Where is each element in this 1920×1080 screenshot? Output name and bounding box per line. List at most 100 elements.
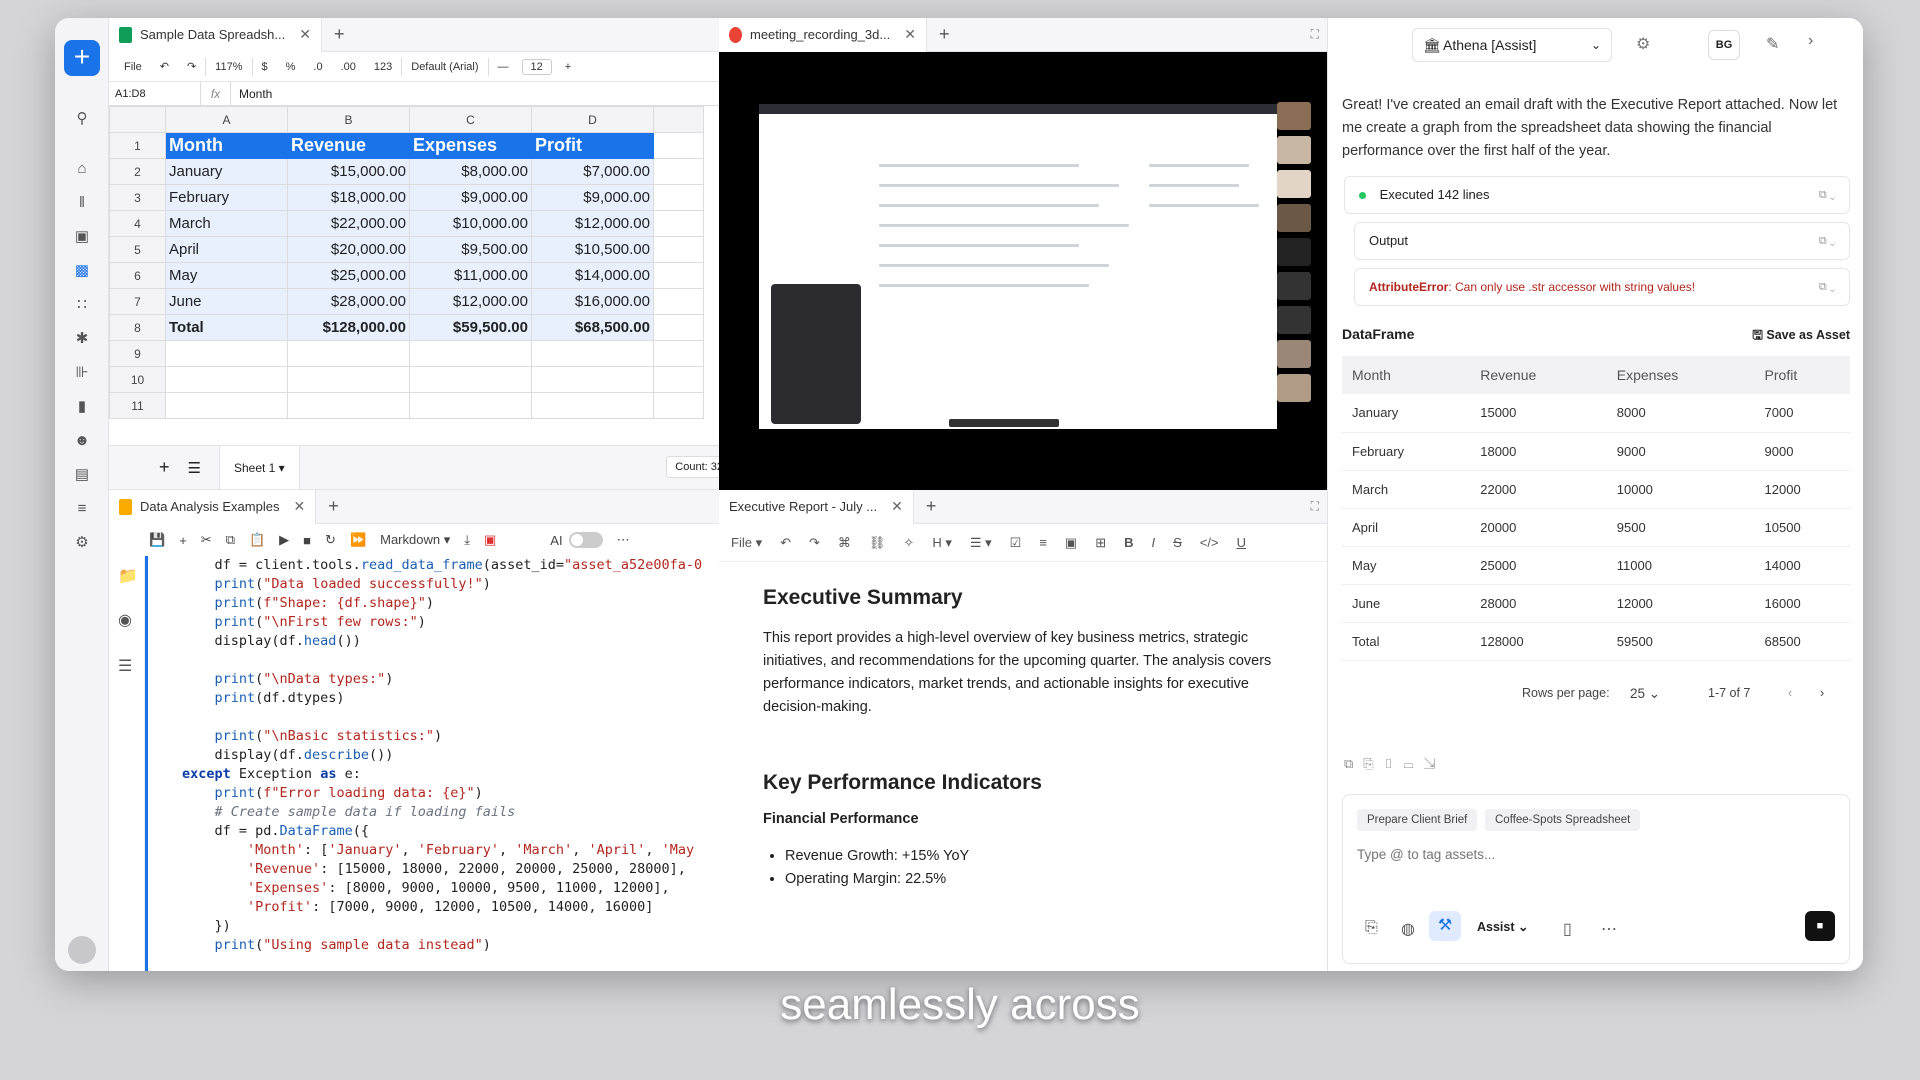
- stop-icon[interactable]: ■: [303, 533, 311, 548]
- expand-icon[interactable]: ⛶: [1311, 499, 1319, 514]
- expand-icon[interactable]: ⛶: [1311, 27, 1319, 42]
- cell[interactable]: $15,000.00: [287, 158, 410, 185]
- redo-icon[interactable]: ↷: [178, 60, 205, 73]
- cell[interactable]: $16,000.00: [531, 288, 654, 315]
- cell[interactable]: $25,000.00: [287, 262, 410, 289]
- increase-decimal-button[interactable]: .00: [332, 61, 365, 73]
- magic-icon[interactable]: ✧: [903, 535, 914, 551]
- kernel-icon[interactable]: ◉: [118, 610, 132, 630]
- suggestion-chip[interactable]: Coffee-Spots Spreadsheet: [1485, 809, 1641, 831]
- new-button[interactable]: +: [64, 40, 100, 76]
- tools-icon[interactable]: ✱: [70, 328, 94, 350]
- html-export-icon[interactable]: ▣: [484, 532, 496, 548]
- copy-icon[interactable]: ⧉: [226, 532, 235, 548]
- column-header[interactable]: B: [287, 106, 410, 133]
- next-page-icon[interactable]: ›: [1820, 686, 1824, 700]
- row-number[interactable]: 3: [109, 184, 166, 211]
- column-header[interactable]: A: [165, 106, 288, 133]
- undo-icon[interactable]: ↶: [151, 60, 178, 73]
- heading-select[interactable]: H ▾: [932, 535, 952, 551]
- redo-icon[interactable]: ↷: [809, 535, 820, 551]
- contacts-icon[interactable]: ☻: [70, 430, 94, 452]
- notebook-tab[interactable]: Data Analysis Examples ✕: [109, 490, 317, 524]
- folder-icon[interactable]: 📁: [118, 566, 138, 586]
- font-size-input[interactable]: 12: [521, 58, 552, 75]
- cell[interactable]: June: [165, 288, 288, 315]
- list-icon[interactable]: ≡: [70, 498, 94, 520]
- undo-icon[interactable]: ↶: [780, 535, 791, 551]
- cell[interactable]: $128,000.00: [287, 314, 410, 341]
- add-tab-button[interactable]: +: [328, 496, 339, 517]
- executed-block[interactable]: Executed 142 lines ⧉ ⌄: [1344, 176, 1850, 214]
- prev-page-icon[interactable]: ‹: [1788, 686, 1792, 700]
- cell[interactable]: $12,000.00: [531, 210, 654, 237]
- apps-grid-icon[interactable]: ∷: [70, 294, 94, 316]
- sheet-list-icon[interactable]: ☰: [188, 459, 201, 477]
- bookmark-icon[interactable]: ▮: [70, 396, 94, 418]
- suggestion-chip[interactable]: Prepare Client Brief: [1357, 809, 1478, 831]
- more-icon[interactable]: ⋯: [1601, 919, 1617, 939]
- table-icon[interactable]: ⊞: [1095, 535, 1106, 551]
- percent-button[interactable]: %: [277, 61, 305, 73]
- font-size-increase-button[interactable]: +: [556, 61, 580, 73]
- cell[interactable]: $68,500.00: [531, 314, 654, 341]
- cell[interactable]: $28,000.00: [287, 288, 410, 315]
- download-icon[interactable]: ⤓: [464, 532, 470, 548]
- video-tab[interactable]: meeting_recording_3d... ✕: [719, 18, 927, 52]
- zoom-select[interactable]: 117%: [206, 61, 251, 73]
- files-icon[interactable]: ▤: [70, 464, 94, 486]
- cell[interactable]: $9,000.00: [409, 184, 532, 211]
- list-select[interactable]: ☰ ▾: [970, 535, 992, 551]
- column-header[interactable]: C: [409, 106, 532, 133]
- file-menu[interactable]: File: [115, 61, 151, 73]
- cell[interactable]: $11,000.00: [409, 262, 532, 289]
- underline-icon[interactable]: U: [1237, 535, 1246, 550]
- book-icon[interactable]: ▯: [1384, 756, 1404, 771]
- cell-reference[interactable]: A1:D8: [109, 81, 201, 106]
- row-number[interactable]: 5: [109, 236, 166, 263]
- edit-icon[interactable]: ✎: [1766, 34, 1779, 54]
- cell[interactable]: $59,500.00: [409, 314, 532, 341]
- row-number[interactable]: 6: [109, 262, 166, 289]
- stop-button[interactable]: ■: [1805, 911, 1835, 941]
- cell[interactable]: $10,500.00: [531, 236, 654, 263]
- paste-icon[interactable]: 📋: [249, 532, 265, 548]
- row-number[interactable]: 10: [109, 366, 166, 393]
- settings-icon[interactable]: ⚙: [70, 532, 94, 554]
- cell[interactable]: $10,000.00: [409, 210, 532, 237]
- cell[interactable]: $20,000.00: [287, 236, 410, 263]
- cell[interactable]: January: [165, 158, 288, 185]
- document-tab[interactable]: Executive Report - July ... ✕: [719, 490, 914, 524]
- close-icon[interactable]: ✕: [299, 26, 311, 43]
- ai-toggle[interactable]: [568, 532, 603, 548]
- user-avatar[interactable]: [68, 936, 96, 964]
- font-select[interactable]: Default (Arial): [402, 61, 487, 73]
- row-number[interactable]: 11: [109, 392, 166, 419]
- save-icon[interactable]: 💾: [149, 532, 165, 548]
- cell[interactable]: $9,000.00: [531, 184, 654, 211]
- cell[interactable]: February: [165, 184, 288, 211]
- more-icon[interactable]: ⋯: [617, 532, 630, 548]
- cell[interactable]: $7,000.00: [531, 158, 654, 185]
- video-player[interactable]: [719, 52, 1327, 490]
- mode-select[interactable]: Assist ⌄: [1477, 919, 1528, 934]
- add-tab-button[interactable]: +: [926, 496, 937, 517]
- agents-icon[interactable]: ⊪: [70, 362, 94, 384]
- row-number[interactable]: 4: [109, 210, 166, 237]
- bookmark-icon[interactable]: ⎘: [1363, 756, 1383, 771]
- cell[interactable]: $9,500.00: [409, 236, 532, 263]
- copy-icon[interactable]: ⧉ ⌄: [1819, 177, 1835, 213]
- number-format-select[interactable]: 123: [365, 61, 401, 73]
- code-cell[interactable]: df = client.tools.read_data_frame(asset_…: [145, 556, 772, 971]
- cell[interactable]: $18,000.00: [287, 184, 410, 211]
- row-number[interactable]: 2: [109, 158, 166, 185]
- export-icon[interactable]: ⇲: [1424, 756, 1446, 771]
- inbox-icon[interactable]: ▣: [70, 226, 94, 248]
- close-icon[interactable]: ✕: [904, 26, 916, 43]
- close-icon[interactable]: ✕: [891, 498, 903, 515]
- chevron-right-icon[interactable]: ›: [1808, 32, 1813, 50]
- cell[interactable]: Total: [165, 314, 288, 341]
- document-body[interactable]: Executive Summary This report provides a…: [763, 562, 1303, 971]
- copy-icon[interactable]: ⧉: [1344, 756, 1363, 771]
- workspace-icon[interactable]: ▩: [70, 260, 94, 282]
